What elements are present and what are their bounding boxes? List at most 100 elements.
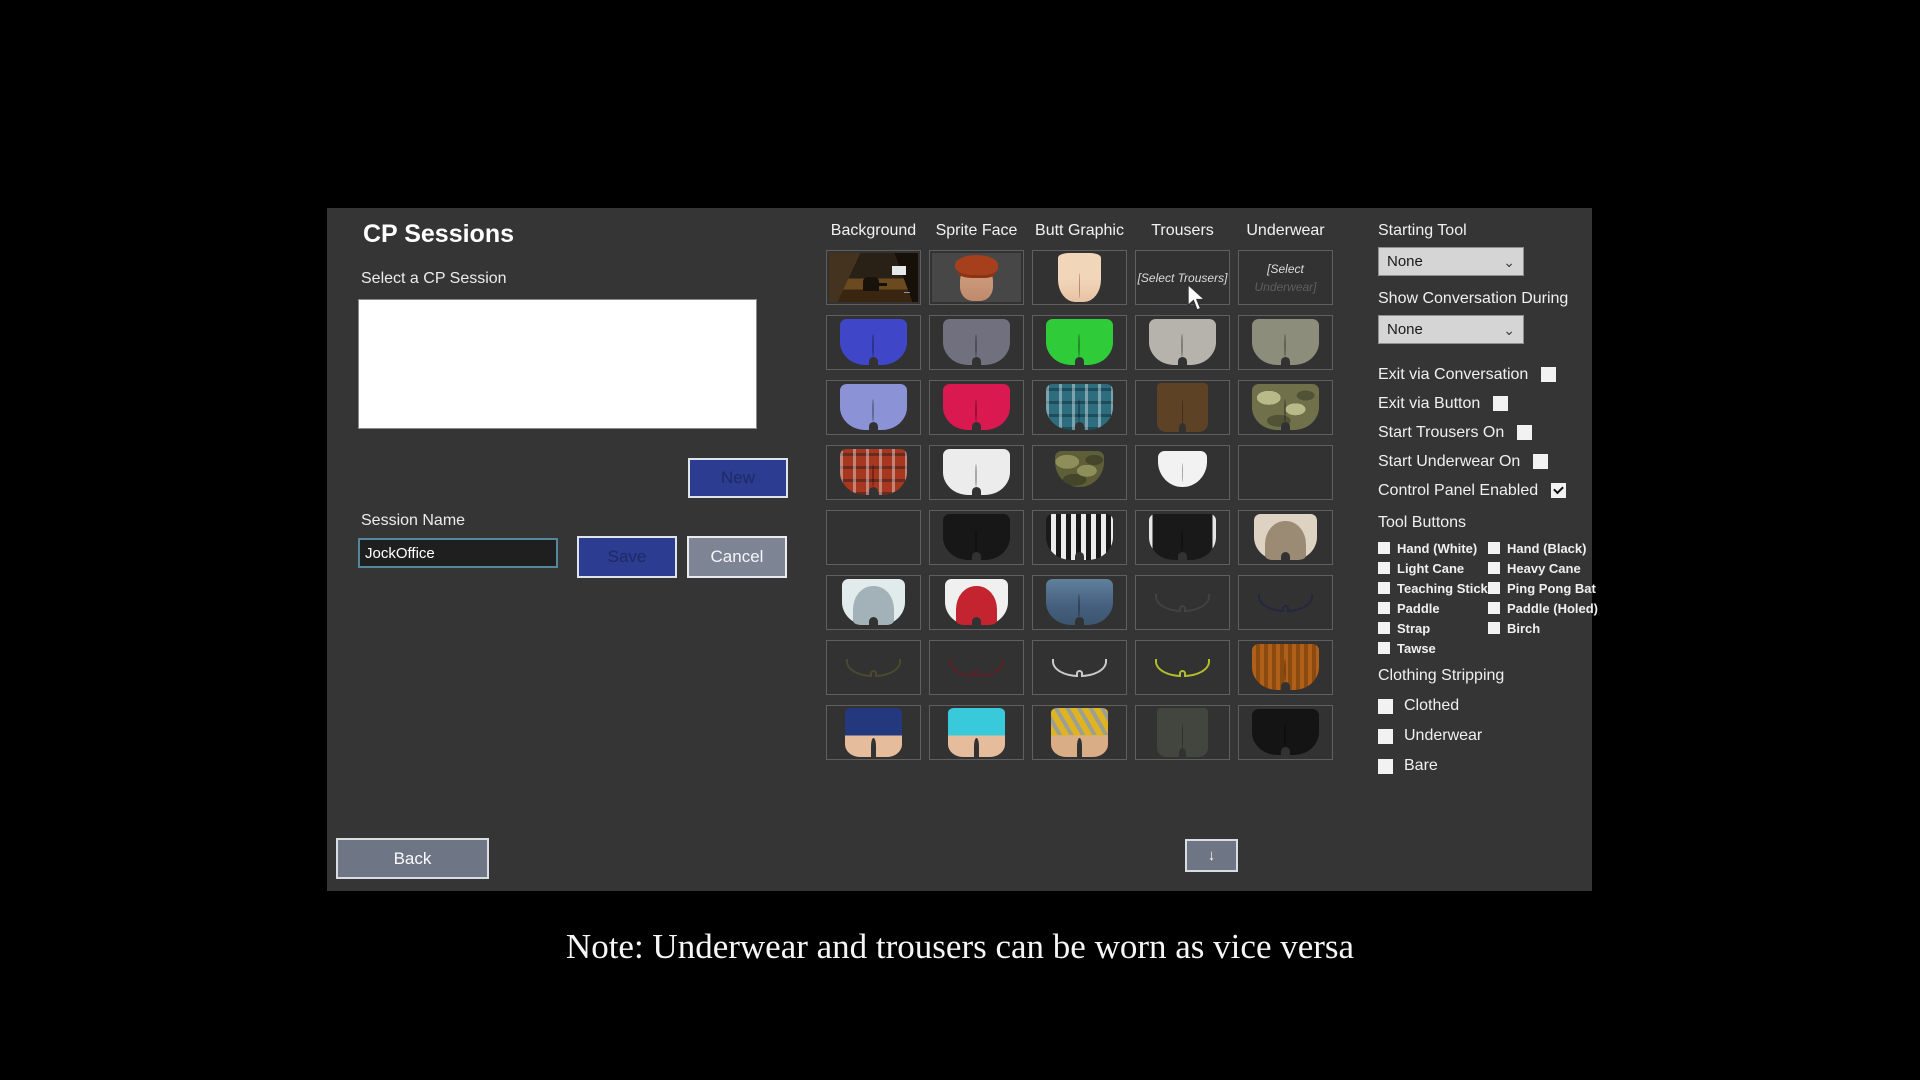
checkbox-exit-via-button[interactable] bbox=[1493, 396, 1509, 411]
grid-cell-r8-c2[interactable] bbox=[929, 705, 1024, 760]
tool-label: Paddle (Holed) bbox=[1507, 600, 1599, 616]
grid-cell-r3-c1[interactable] bbox=[826, 380, 921, 435]
grid-header-trousers: Trousers bbox=[1151, 222, 1214, 239]
yellow-green-briefs-outline-thumbnail bbox=[1154, 659, 1211, 678]
grid-cell-r1-c2[interactable] bbox=[929, 250, 1024, 305]
grid-cell-r1-c3[interactable] bbox=[1032, 250, 1127, 305]
grid-cell-r4-c4[interactable] bbox=[1135, 445, 1230, 500]
checkbox-birch[interactable] bbox=[1488, 622, 1500, 634]
grid-cell-r6-c1[interactable] bbox=[826, 575, 921, 630]
show-conversation-select[interactable]: None ⌄ bbox=[1378, 315, 1524, 344]
option-label: Start Trousers On bbox=[1378, 423, 1505, 441]
clothing-row-bare: Bare bbox=[1378, 751, 1596, 781]
blue-boxers-thumbnail bbox=[840, 319, 907, 366]
back-button[interactable]: Back bbox=[336, 838, 489, 879]
tool-buttons-left-column: Hand (White) Light Cane Teaching Stick Padd… bbox=[1378, 538, 1488, 658]
checkbox-hand-black[interactable] bbox=[1488, 542, 1500, 554]
grid-cell-r3-c3[interactable] bbox=[1032, 380, 1127, 435]
checkbox-start-underwear-on[interactable] bbox=[1533, 454, 1549, 469]
checkbox-heavy-cane[interactable] bbox=[1488, 562, 1500, 574]
grid-cell-r2-c4[interactable] bbox=[1135, 315, 1230, 370]
tool-buttons-heading: Tool Buttons bbox=[1378, 514, 1467, 531]
checkbox-bare[interactable] bbox=[1378, 758, 1393, 774]
grid-cell-r8-c3[interactable] bbox=[1032, 705, 1127, 760]
checkbox-teaching-stick[interactable] bbox=[1378, 582, 1390, 594]
grid-cell-r4-c5[interactable] bbox=[1238, 445, 1333, 500]
grid-cell-r6-c5[interactable] bbox=[1238, 575, 1333, 630]
grid-cell-r3-c2[interactable] bbox=[929, 380, 1024, 435]
grid-cell-r2-c5[interactable] bbox=[1238, 315, 1333, 370]
grid-cell-r5-c3[interactable] bbox=[1032, 510, 1127, 565]
session-listbox[interactable] bbox=[358, 299, 757, 429]
tool-label: Ping Pong Bat bbox=[1507, 580, 1596, 596]
grid-cell-r1-c5[interactable]: [Select Underwear] bbox=[1238, 250, 1333, 305]
grid-cell-r4-c2[interactable] bbox=[929, 445, 1024, 500]
grid-cell-r5-c4[interactable] bbox=[1135, 510, 1230, 565]
tool-row-hand-black: Hand (Black) bbox=[1488, 538, 1596, 558]
grid-cell-r7-c5[interactable] bbox=[1238, 640, 1333, 695]
grid-cell-r8-c5[interactable] bbox=[1238, 705, 1333, 760]
grid-header-sprite-face: Sprite Face bbox=[935, 222, 1018, 239]
scroll-down-button[interactable]: ↓ bbox=[1185, 839, 1238, 872]
grid-cell-r3-c5[interactable] bbox=[1238, 380, 1333, 435]
grid-cell-r6-c3[interactable] bbox=[1032, 575, 1127, 630]
new-button[interactable]: New bbox=[688, 458, 788, 498]
cancel-button[interactable]: Cancel bbox=[687, 536, 787, 578]
checkbox-hand-white[interactable] bbox=[1378, 542, 1390, 554]
gray-trousers-thumbnail bbox=[1157, 707, 1208, 759]
checkbox-start-trousers-on[interactable] bbox=[1517, 425, 1533, 440]
clothing-label: Clothed bbox=[1404, 697, 1460, 714]
grid-cell-r2-c1[interactable] bbox=[826, 315, 921, 370]
checkbox-strap[interactable] bbox=[1378, 622, 1390, 634]
grid-cell-r2-c2[interactable] bbox=[929, 315, 1024, 370]
option-row-control-panel-enabled: Control Panel Enabled bbox=[1378, 476, 1596, 505]
grid-cell-r7-c1[interactable] bbox=[826, 640, 921, 695]
tool-row-strap: Strap bbox=[1378, 618, 1488, 638]
checkbox-control-panel-enabled[interactable] bbox=[1551, 483, 1567, 498]
grid-cell-r7-c3[interactable] bbox=[1032, 640, 1127, 695]
tool-row-tawse: Tawse bbox=[1378, 638, 1488, 658]
zebra-stripe-shorts-thumbnail bbox=[1046, 514, 1113, 561]
checkbox-tawse[interactable] bbox=[1378, 642, 1390, 654]
grid-cell-r5-c1[interactable] bbox=[826, 510, 921, 565]
note-caption: Note: Underwear and trousers can be worn… bbox=[565, 927, 1355, 966]
checkbox-light-cane[interactable] bbox=[1378, 562, 1390, 574]
grid-cell-r2-c3[interactable] bbox=[1032, 315, 1127, 370]
grid-cell-r5-c2[interactable] bbox=[929, 510, 1024, 565]
red-plaid-boxers-thumbnail bbox=[840, 449, 907, 496]
grid-cell-r7-c2[interactable] bbox=[929, 640, 1024, 695]
grid-cell-r8-c1[interactable] bbox=[826, 705, 921, 760]
periwinkle-boxers-thumbnail bbox=[840, 384, 907, 431]
grid-header-background: Background bbox=[830, 222, 917, 239]
grid-cell-r6-c2[interactable] bbox=[929, 575, 1024, 630]
page-title: CP Sessions bbox=[363, 220, 515, 248]
select-placeholder-text: [Select Trousers] bbox=[1137, 270, 1228, 285]
grid-cell-r3-c4[interactable] bbox=[1135, 380, 1230, 435]
tool-buttons-right-column: Hand (Black) Heavy Cane Ping Pong Bat Paddl… bbox=[1488, 538, 1599, 658]
black-track-trousers-thumbnail bbox=[1149, 514, 1216, 561]
checkbox-paddle[interactable] bbox=[1378, 602, 1390, 614]
checkbox-clothed[interactable] bbox=[1378, 698, 1393, 714]
bare-butt-thumbnail bbox=[1058, 253, 1101, 302]
grid-cell-r8-c4[interactable] bbox=[1135, 705, 1230, 760]
grid-cell-r4-c3[interactable] bbox=[1032, 445, 1127, 500]
white-briefs-thumbnail bbox=[1158, 451, 1207, 488]
grid-cell-r6-c4[interactable] bbox=[1135, 575, 1230, 630]
checkbox-underwear[interactable] bbox=[1378, 728, 1393, 744]
checkbox-exit-via-conversation[interactable] bbox=[1541, 367, 1557, 382]
starting-tool-select[interactable]: None ⌄ bbox=[1378, 247, 1524, 276]
grid-header-underwear: Underwear bbox=[1246, 222, 1325, 239]
grid-cell-r1-c4[interactable]: [Select Trousers] bbox=[1135, 250, 1230, 305]
red-white-shorts-thumbnail bbox=[944, 578, 1009, 626]
grid-cell-r7-c4[interactable] bbox=[1135, 640, 1230, 695]
checkbox-paddle-holed[interactable] bbox=[1488, 602, 1500, 614]
checkbox-ping-pong-bat[interactable] bbox=[1488, 582, 1500, 594]
save-button[interactable]: Save bbox=[577, 536, 677, 578]
grid-cell-r5-c5[interactable] bbox=[1238, 510, 1333, 565]
grid-cell-r1-c1[interactable] bbox=[826, 250, 921, 305]
option-label: Exit via Conversation bbox=[1378, 365, 1529, 383]
grid-cell-r4-c1[interactable] bbox=[826, 445, 921, 500]
session-name-input[interactable] bbox=[358, 538, 558, 568]
tool-label: Hand (Black) bbox=[1507, 540, 1587, 556]
tool-row-birch: Birch bbox=[1488, 618, 1596, 638]
